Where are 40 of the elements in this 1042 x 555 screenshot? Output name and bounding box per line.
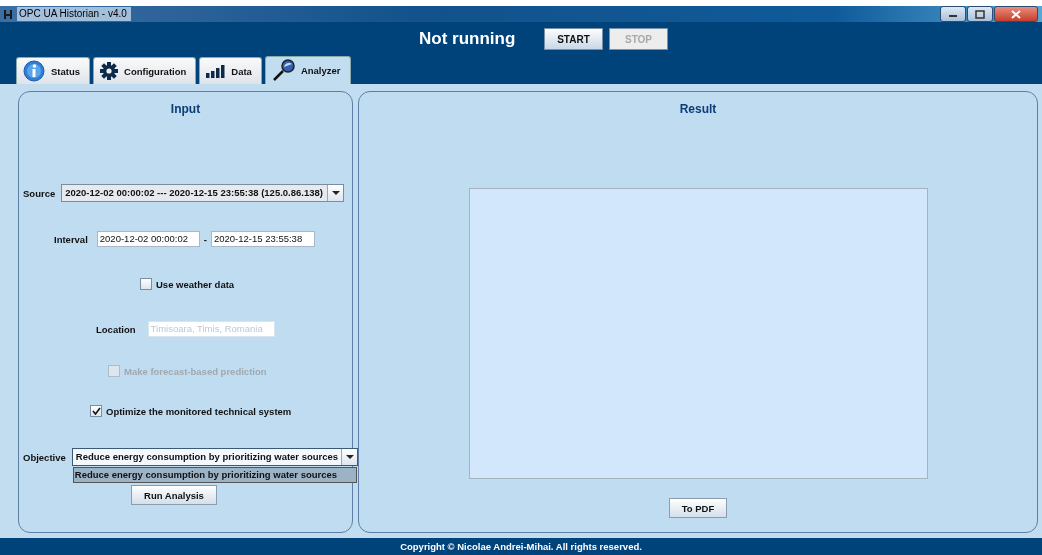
tab[interactable]: Data [199, 57, 262, 84]
date-field[interactable]: 2020-12-15 23:55:38 [210, 231, 315, 247]
window-title: OPC UA Historian - v4.0 [17, 7, 131, 21]
gear-icon [100, 62, 119, 80]
checkbox[interactable] [140, 278, 152, 290]
dropdown-arrow-icon [331, 191, 340, 195]
checkbox-label: Use weather data [156, 278, 235, 290]
signal-bars-icon [206, 64, 226, 78]
status-text: Not running [419, 29, 517, 49]
start-button[interactable]: START [544, 28, 603, 50]
checkbox[interactable] [90, 405, 102, 417]
copyright-text: Copyright © Nicolae Andrei-Mihai. All rights reserved. [400, 541, 642, 552]
close-button[interactable] [994, 6, 1038, 22]
magnifier-icon [271, 59, 295, 82]
field-label: Objective [23, 451, 66, 463]
tab[interactable]: Analyzer [264, 56, 351, 84]
checkbox-label: Make forecast-based prediction [124, 365, 267, 377]
info-icon [23, 60, 45, 82]
location-field: Timisoara, Timis, Romania [147, 321, 275, 337]
field-label: Location [96, 323, 136, 335]
checkbox-label: Optimize the monitored technical system [106, 405, 292, 417]
date-field[interactable]: 2020-12-02 00:00:02 [96, 231, 200, 247]
restore-button[interactable] [967, 6, 993, 22]
close-icon [1011, 9, 1021, 19]
source-dropdown[interactable]: 2020-12-02 00:00:02 --- 2020-12-15 23:55:38 (125.0.86.138) [61, 184, 345, 202]
tab[interactable]: Configuration [93, 57, 197, 84]
minimize-button[interactable] [940, 6, 966, 22]
dropdown-option[interactable]: Reduce energy consumption by prioritizing water sources [73, 468, 357, 482]
separator-text: - [203, 233, 207, 245]
tab[interactable]: Status [16, 57, 91, 84]
app-logo-icon [3, 8, 13, 20]
to-pdf-button[interactable]: To PDF [668, 498, 728, 518]
dropdown-arrow-icon [345, 455, 354, 459]
panel-title: Result [679, 102, 717, 116]
run-analysis-button[interactable]: Run Analysis [131, 485, 217, 505]
field-label: Source [23, 187, 56, 199]
checkmark-icon [91, 407, 101, 415]
field-label: Interval [54, 233, 88, 245]
panel-title: Input [170, 102, 201, 116]
restore-icon [975, 9, 985, 19]
